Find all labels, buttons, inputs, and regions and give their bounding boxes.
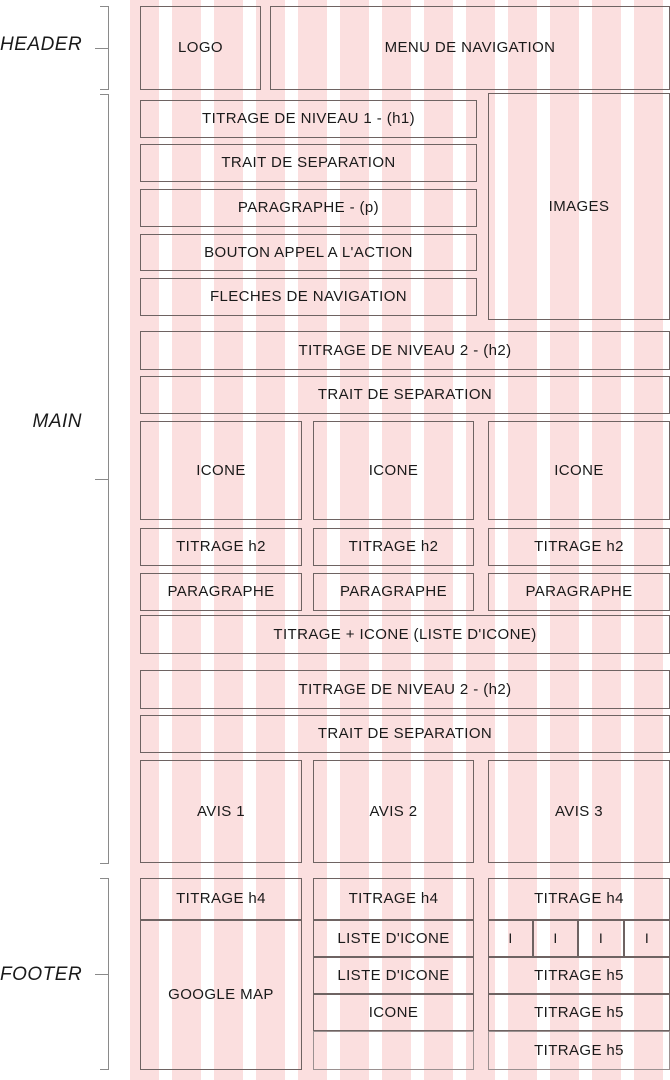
feature-title-block-2: TITRAGE h2 [313, 528, 474, 566]
feature-title-label-2: TITRAGE h2 [348, 538, 439, 555]
feature-paragraph-block-3: PARAGRAPHE [488, 573, 670, 611]
feature-title-block-1: TITRAGE h2 [140, 528, 302, 566]
footer-col3-title-label: TITRAGE h4 [534, 890, 624, 907]
hero-images-block[interactable]: IMAGES [488, 93, 670, 320]
social-icon-glyph-3: I [598, 930, 604, 947]
social-icon-glyph-1: I [508, 930, 513, 947]
feature-icon-block-3[interactable]: ICONE [488, 421, 670, 520]
icon-list-label: TITRAGE + ICONE (LISTE D'ICONE) [273, 625, 537, 643]
hero-paragraph-block: PARAGRAPHE - (p) [140, 189, 477, 227]
feature-icon-block-1[interactable]: ICONE [140, 421, 302, 520]
reviews-h2-label: TITRAGE DE NIVEAU 2 - (h2) [298, 680, 512, 698]
nav-menu-block[interactable]: MENU DE NAVIGATION [270, 6, 670, 90]
footer-google-map-label: GOOGLE MAP [168, 986, 274, 1003]
review-card-2[interactable]: AVIS 2 [313, 760, 474, 863]
feature-title-label-1: TITRAGE h2 [176, 538, 266, 555]
footer-col3-row-label-3: TITRAGE h5 [534, 1041, 624, 1059]
hero-cta-label: BOUTON APPEL A L'ACTION [204, 243, 413, 261]
feature-icon-label-3: ICONE [554, 461, 604, 479]
feature-paragraph-label-2: PARAGRAPHE [339, 583, 448, 600]
footer-col1-title-block: TITRAGE h4 [140, 878, 302, 920]
footer-col2-row-label-1: LISTE D'ICONE [337, 929, 450, 947]
reviews-separator-label: TRAIT DE SEPARATION [317, 725, 493, 742]
logo-label: LOGO [178, 39, 223, 56]
footer-social-icon-4[interactable]: I [624, 920, 670, 957]
footer-social-icon-3[interactable]: I [578, 920, 624, 957]
hero-nav-arrows-label: FLECHES DE NAVIGATION [209, 288, 408, 305]
footer-col2-row-label-3: ICONE [368, 1003, 419, 1021]
footer-col3-title-block: TITRAGE h4 [488, 878, 670, 920]
reviews-separator-block: TRAIT DE SEPARATION [140, 715, 670, 753]
footer-col1-title-label: TITRAGE h4 [176, 890, 266, 907]
footer-bracket [90, 878, 109, 1070]
social-icon-glyph-4: I [644, 930, 650, 947]
review-card-3[interactable]: AVIS 3 [488, 760, 670, 863]
header-section-label: HEADER [0, 34, 83, 55]
header-bracket [90, 6, 109, 90]
hero-cta-button-block[interactable]: BOUTON APPEL A L'ACTION [140, 234, 477, 271]
social-icon-glyph-2: I [553, 930, 558, 947]
review-label-3: AVIS 3 [555, 802, 603, 820]
footer-col3-row-label-1: TITRAGE h5 [534, 966, 624, 984]
hero-nav-arrows-block[interactable]: FLECHES DE NAVIGATION [140, 278, 477, 316]
features-h2-label: TITRAGE DE NIVEAU 2 - (h2) [298, 341, 512, 359]
feature-icon-block-2[interactable]: ICONE [313, 421, 474, 520]
footer-social-icon-1[interactable]: I [488, 920, 533, 957]
hero-h1-label: TITRAGE DE NIVEAU 1 - (h1) [202, 110, 415, 127]
review-card-1[interactable]: AVIS 1 [140, 760, 302, 863]
footer-social-icon-2[interactable]: I [533, 920, 578, 957]
footer-section-label: FOOTER [0, 964, 83, 985]
review-label-1: AVIS 1 [197, 802, 245, 820]
feature-icon-label-2: ICONE [368, 461, 419, 479]
footer-col3-row-1[interactable]: TITRAGE h5 [488, 957, 670, 994]
feature-paragraph-label-1: PARAGRAPHE [167, 583, 275, 600]
footer-google-map-block[interactable]: GOOGLE MAP [140, 920, 302, 1070]
footer-col2-row-label-2: LISTE D'ICONE [337, 966, 450, 984]
feature-paragraph-block-1: PARAGRAPHE [140, 573, 302, 611]
icon-list-block[interactable]: TITRAGE + ICONE (LISTE D'ICONE) [140, 615, 670, 654]
features-separator-block: TRAIT DE SEPARATION [140, 376, 670, 414]
footer-col3-row-3[interactable]: TITRAGE h5 [488, 1031, 670, 1070]
footer-col2-row-1[interactable]: LISTE D'ICONE [313, 920, 474, 957]
review-label-2: AVIS 2 [369, 802, 418, 820]
feature-title-block-3: TITRAGE h2 [488, 528, 670, 566]
footer-col2-row-3[interactable]: ICONE [313, 994, 474, 1031]
feature-paragraph-label-3: PARAGRAPHE [525, 583, 633, 600]
footer-col2-title-block: TITRAGE h4 [313, 878, 474, 920]
footer-col2-title-label: TITRAGE h4 [348, 890, 439, 907]
hero-paragraph-label: PARAGRAPHE - (p) [237, 199, 380, 216]
hero-separator-label: TRAIT DE SEPARATION [221, 154, 396, 171]
hero-images-label: IMAGES [548, 197, 610, 215]
feature-title-label-3: TITRAGE h2 [534, 538, 624, 555]
hero-h1-block[interactable]: TITRAGE DE NIVEAU 1 - (h1) [140, 100, 477, 138]
footer-col2-row-2[interactable]: LISTE D'ICONE [313, 957, 474, 994]
hero-separator-block: TRAIT DE SEPARATION [140, 144, 477, 182]
reviews-h2-block: TITRAGE DE NIVEAU 2 - (h2) [140, 670, 670, 709]
feature-icon-label-1: ICONE [196, 461, 246, 479]
features-separator-label: TRAIT DE SEPARATION [317, 386, 493, 403]
footer-col3-row-2[interactable]: TITRAGE h5 [488, 994, 670, 1031]
logo-block[interactable]: LOGO [140, 6, 261, 90]
feature-paragraph-block-2: PARAGRAPHE [313, 573, 474, 611]
footer-col2-row-4 [313, 1031, 474, 1070]
footer-col3-row-label-2: TITRAGE h5 [534, 1003, 624, 1021]
main-bracket [90, 94, 109, 864]
main-section-label: MAIN [32, 411, 82, 432]
features-h2-block: TITRAGE DE NIVEAU 2 - (h2) [140, 331, 670, 370]
nav-menu-label: MENU DE NAVIGATION [384, 39, 556, 56]
